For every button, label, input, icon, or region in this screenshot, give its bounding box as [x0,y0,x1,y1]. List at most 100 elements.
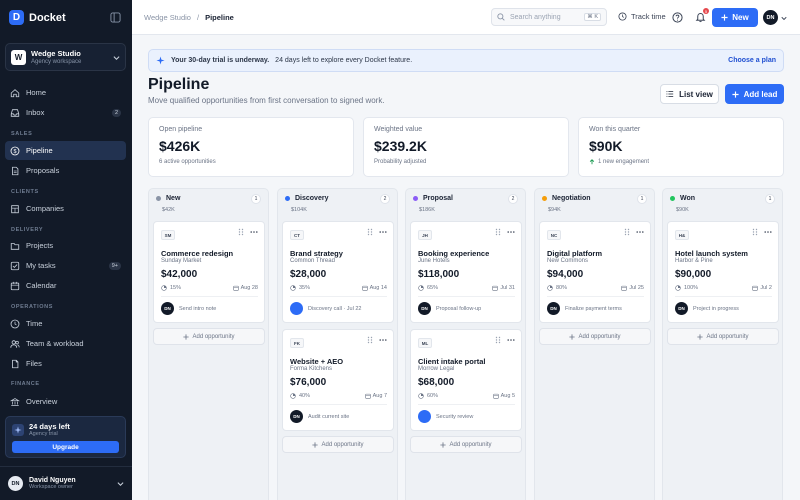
calendar-icon [752,285,759,291]
card-meta: 65% Jul 31 [418,285,515,291]
drag-handle-icon[interactable] [752,228,758,236]
calendar-icon [492,393,499,399]
sidebar-item-label: Time [26,319,43,328]
stage-dot [542,196,547,201]
add-lead-button[interactable]: Add lead [725,84,784,104]
more-icon[interactable] [764,228,772,236]
add-opportunity-button[interactable]: Add opportunity [153,328,265,345]
more-icon[interactable] [250,228,258,236]
sidebar-item-projects[interactable]: Projects [5,236,126,255]
opportunity-card[interactable]: JH Booking experience June Hotels $118,000 6… [410,221,522,323]
breadcrumb-root[interactable]: Wedge Studio [144,13,191,22]
sidebar-item-companies[interactable]: Companies [5,199,126,218]
sidebar-item-files[interactable]: Files [5,354,126,373]
column-count-badge: 1 [251,194,261,204]
sidebar-item-overview[interactable]: Overview [5,392,126,411]
home-icon [10,88,20,97]
opportunity-card[interactable]: NC Digital platform New Commons $94,000 80% J… [539,221,651,323]
opportunity-value: $68,000 [418,377,455,388]
more-icon[interactable] [379,336,387,344]
clock-icon [618,12,627,21]
sidebar-item-home[interactable]: Home [5,83,126,102]
avatar[interactable]: DN [763,10,778,25]
sidebar-item-label: Pipeline [26,146,53,155]
stat-note-text: 6 active opportunities [159,159,216,165]
opportunity-title: Hotel launch system [675,249,748,258]
opportunity-title: Digital platform [547,249,603,258]
close-date-text: Aug 7 [372,393,387,399]
sidebar-item-time[interactable]: Time [5,314,126,333]
stat-value: $239.2K [374,138,427,154]
close-date-text: Aug 5 [500,393,515,399]
stat-note-text: 1 new engagement [598,159,650,165]
sidebar-item-my-tasks[interactable]: My tasks 9+ [5,256,126,275]
search-placeholder: Search anything [510,13,561,21]
drag-handle-icon[interactable] [624,228,630,236]
track-time-button[interactable]: Track time [618,12,666,21]
sidebar-item-proposals[interactable]: Proposals [5,161,126,180]
opportunity-card[interactable]: CT Brand strategy Common Thread $28,000 35% A… [282,221,394,323]
next-task: Proposal follow-up [436,305,482,312]
opportunity-title: Website + AEO [290,357,344,366]
client-tag: CT [290,230,304,240]
more-icon[interactable] [379,228,387,236]
avatar: DN [8,476,23,491]
file-icon [12,359,19,368]
plus-icon [312,441,319,448]
drag-handle-icon[interactable] [495,228,501,236]
add-opportunity-button[interactable]: Add opportunity [410,436,522,453]
opportunity-card[interactable]: ML Client intake portal Morrow Legal $68,00… [410,329,522,431]
close-date-text: Jul 31 [500,285,515,291]
sidebar-item-label: Team & workload [26,339,84,348]
probability: 60% [427,393,439,399]
sidebar-item-team[interactable]: Team & workload [5,334,126,353]
stat-open-pipeline: Open pipeline $426K 6 active opportuniti… [148,117,354,177]
close-date: Aug 14 [361,285,387,291]
add-opportunity-button[interactable]: Add opportunity [667,328,779,345]
help-icon[interactable] [672,12,683,23]
probability-icon [675,285,681,291]
workspace-switcher[interactable]: W Wedge Studio Agency workspace [5,43,126,71]
user-menu[interactable]: DN David Nguyen Workspace owner [0,466,132,500]
sidebar-item-calendar[interactable]: Calendar [5,276,126,295]
chevron-down-icon[interactable] [781,15,787,21]
sidebar-item-inbox[interactable]: Inbox 2 [5,103,126,122]
list-view-button[interactable]: List view [660,84,719,104]
more-icon[interactable] [507,228,515,236]
add-opportunity-button[interactable]: Add opportunity [539,328,651,345]
sidebar-collapse-icon[interactable] [110,12,121,23]
drag-handle-icon[interactable] [238,228,244,236]
opportunity-card[interactable]: FK Website + AEO Forma Kitchens $76,000 40% A… [282,329,394,431]
column-total: $90K [676,207,689,213]
workspace-name: Wedge Studio [31,49,81,58]
opportunity-card[interactable]: SM Commerce redesign Sunday Market $42,000 1… [153,221,265,323]
probability: 80% [556,285,568,291]
next-task: Finalize payment terms [565,305,622,312]
probability: 40% [299,393,311,399]
sidebar-item-pipeline[interactable]: $ Pipeline [5,141,126,160]
users-icon [10,339,20,348]
more-icon[interactable] [636,228,644,236]
add-opportunity-button[interactable]: Add opportunity [282,436,394,453]
stat-note: 6 active opportunities [159,159,343,165]
sidebar-item-label: Overview [26,397,58,406]
upgrade-button[interactable]: Upgrade [12,441,119,453]
search-input[interactable]: Search anything ⌘ K [491,8,607,26]
drag-handle-icon[interactable] [367,228,373,236]
client-name: Harbor & Pine [675,258,713,264]
user-name: David Nguyen [29,477,76,484]
drag-handle-icon[interactable] [367,336,373,344]
more-icon[interactable] [507,336,515,344]
trial-subtitle: Agency trial [29,431,58,437]
card-meta: 80% Jul 25 [547,285,644,291]
drag-handle-icon[interactable] [495,336,501,344]
sidebar-item-label: Companies [26,204,64,213]
pipeline-column-1: Discovery 2 $104K CT Brand strategy Common Th… [277,188,398,500]
new-button[interactable]: New [712,8,758,27]
client-tag: ML [418,338,432,348]
choose-plan-link[interactable]: Choose a plan [728,57,776,64]
brand[interactable]: D Docket [9,10,66,25]
avatar: DN [675,302,688,315]
opportunity-card[interactable]: H& Hotel launch system Harbor & Pine $90,00… [667,221,779,323]
workspace-subtitle: Agency workspace [31,59,82,65]
